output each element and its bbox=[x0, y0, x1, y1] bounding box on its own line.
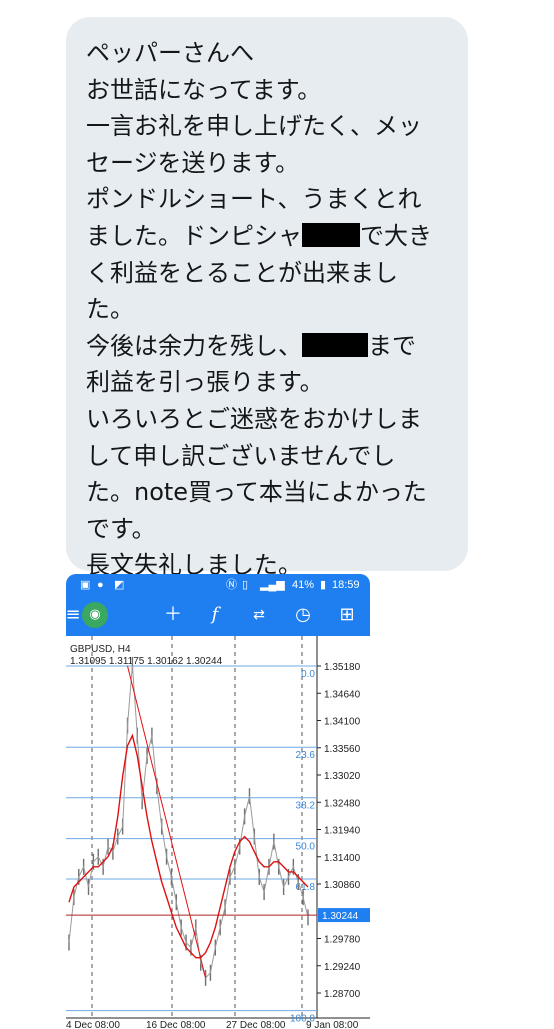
fibonacci-label: 0.0 bbox=[301, 669, 315, 680]
message-line: 今後は余力を残し、 まで bbox=[86, 328, 458, 365]
message-line-part: まで bbox=[368, 331, 416, 360]
message-text: ペッパーさんへお世話になってます。一言お礼を申し上げたく、メッ セージを送ります。… bbox=[86, 35, 458, 584]
message-line: ました。ドンピシャ で大き bbox=[86, 218, 458, 255]
clock-time: 18:59 bbox=[332, 579, 360, 591]
image-icon: ▣ bbox=[80, 579, 91, 591]
price-axis-label: 1.33560 bbox=[324, 744, 361, 755]
chart-symbol: GBPUSD, H4 bbox=[70, 644, 131, 655]
price-axis-label: 1.29240 bbox=[324, 962, 361, 973]
redaction-block bbox=[302, 222, 360, 247]
message-line: ポンドルショート、うまくとれ bbox=[86, 185, 422, 214]
price-axis-label: 1.33020 bbox=[324, 771, 361, 782]
current-price-label: 1.30244 bbox=[322, 911, 359, 922]
price-chart[interactable]: GBPUSD, H4 1.31095 1.31175 1.30162 1.302… bbox=[66, 636, 370, 1029]
price-axis-label: 1.29780 bbox=[324, 935, 361, 946]
message-line-part: 今後は余力を残し、 bbox=[86, 331, 302, 360]
message-line-part: で大き bbox=[360, 221, 432, 250]
function-icon[interactable]: f bbox=[202, 604, 228, 626]
message-line: た。note買って本当によかった bbox=[86, 478, 427, 507]
toolbar: ≡ ◉ ＋ f ⇄ ◷ ⊞ bbox=[66, 596, 370, 636]
fibonacci-label: 23.6 bbox=[296, 750, 316, 761]
message-line: お世話になってます。 bbox=[86, 75, 322, 104]
time-axis-label: 16 Dec 08:00 bbox=[146, 1020, 206, 1029]
price-axis-label: 1.31940 bbox=[324, 826, 361, 837]
trade-icon[interactable]: ⇄ bbox=[246, 604, 272, 626]
crosshair-icon[interactable]: ＋ bbox=[160, 604, 186, 626]
battery-level: 41% bbox=[292, 579, 315, 591]
message-line: く利益をとることが出来まし bbox=[86, 258, 398, 287]
message-line: いろいろとご迷惑をおかけしま bbox=[86, 404, 422, 433]
new-order-icon[interactable]: ⊞ bbox=[334, 604, 360, 626]
vibrate-icon: ▯ bbox=[242, 579, 249, 591]
attached-chart-screenshot[interactable]: ▣ ● ◩ Ⓝ ▯ ▂▄▆ 41% ▮ 18:59 ≡ ◉ ＋ f ⇄ ◷ ⊞ … bbox=[66, 574, 370, 1029]
price-axis-label: 1.31400 bbox=[324, 853, 361, 864]
price-axis-label: 1.34640 bbox=[324, 689, 361, 700]
message-line: 一言お礼を申し上げたく、メッ bbox=[86, 112, 422, 141]
price-axis-label: 1.34100 bbox=[324, 717, 361, 728]
clock-icon[interactable]: ◷ bbox=[290, 604, 316, 626]
message-bubble: ペッパーさんへお世話になってます。一言お礼を申し上げたく、メッ セージを送ります。… bbox=[66, 17, 468, 579]
nfc-icon: Ⓝ bbox=[226, 579, 237, 591]
message-line: セージを送ります。 bbox=[86, 148, 300, 177]
message-line: ペッパーさんへ bbox=[86, 39, 254, 67]
message-line-part: ました。ドンピシャ bbox=[86, 221, 302, 250]
fibonacci-label: 50.0 bbox=[296, 842, 316, 853]
status-bar: ▣ ● ◩ Ⓝ ▯ ▂▄▆ 41% ▮ 18:59 bbox=[66, 574, 370, 596]
price-axis-label: 1.32480 bbox=[324, 798, 361, 809]
signal-icon: ▂▄▆ bbox=[260, 579, 285, 591]
battery-icon: ▮ bbox=[320, 579, 327, 591]
message-line: です。 bbox=[86, 514, 156, 543]
activity-icon: ◩ bbox=[114, 579, 125, 591]
time-axis-label: 9 Jan 08:00 bbox=[306, 1020, 359, 1029]
fibonacci-label: 38.2 bbox=[296, 801, 316, 812]
price-axis-label: 1.35180 bbox=[324, 662, 361, 673]
price-axis-label: 1.28700 bbox=[324, 989, 361, 1000]
message-line: た。 bbox=[86, 295, 134, 324]
time-axis-label: 27 Dec 08:00 bbox=[226, 1020, 286, 1029]
message-line: 利益を引っ張ります。 bbox=[86, 368, 324, 397]
app-logo-icon[interactable]: ◉ bbox=[82, 602, 108, 628]
redaction-block bbox=[302, 332, 368, 357]
bulb-icon: ● bbox=[97, 579, 104, 591]
price-axis-label: 1.30860 bbox=[324, 880, 361, 891]
time-axis-label: 4 Dec 08:00 bbox=[66, 1020, 120, 1029]
chart-ohlc: 1.31095 1.31175 1.30162 1.30244 bbox=[70, 656, 223, 667]
message-line: して申し訳ございませんでし bbox=[86, 441, 396, 470]
